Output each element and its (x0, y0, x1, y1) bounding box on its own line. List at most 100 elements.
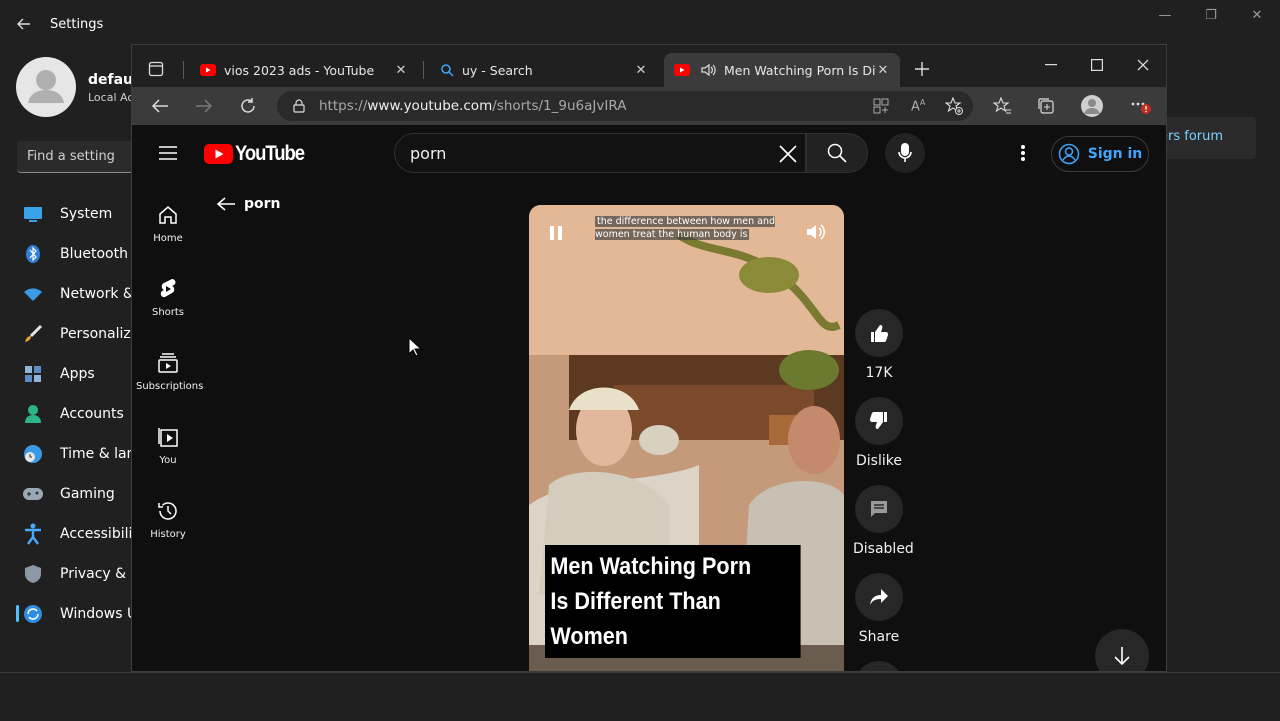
tab-close-icon[interactable]: ✕ (394, 63, 408, 78)
tab-separator (423, 61, 424, 79)
collections-icon[interactable] (1032, 92, 1060, 120)
read-aloud-icon[interactable]: AA (911, 98, 925, 114)
tab-youtube-vios[interactable]: vios 2023 ads - YouTube ✕ (190, 53, 418, 87)
back-icon[interactable] (146, 92, 174, 120)
tab-title: vios 2023 ads - YouTube (224, 62, 375, 78)
search-icon (827, 143, 847, 163)
history-icon (156, 499, 180, 523)
next-video-button[interactable] (1095, 629, 1149, 671)
person-icon (22, 403, 44, 425)
browser-minimize-icon[interactable] (1037, 51, 1065, 79)
nav-label: System (60, 206, 113, 222)
video-title-line1: Men Watching Porn (550, 553, 752, 580)
sidebar-label: Subscriptions (136, 381, 204, 392)
search-favicon (440, 63, 454, 77)
sidebar-item-shorts[interactable]: Shorts (136, 277, 200, 318)
new-tab-button[interactable] (908, 55, 936, 83)
tab-search[interactable]: uy - Search ✕ (430, 53, 658, 87)
video-caption: the difference between how men and women… (595, 215, 811, 241)
tab-shorts-video[interactable]: Men Watching Porn Is Diff ✕ (664, 53, 900, 87)
profile-icon[interactable] (1078, 92, 1106, 120)
back-to-search[interactable]: porn (216, 196, 281, 212)
more-options-icon[interactable] (1009, 139, 1037, 167)
app-available-icon[interactable] (873, 98, 889, 114)
nav-label: Accounts (60, 406, 124, 422)
restore-icon[interactable]: ❐ (1196, 8, 1226, 26)
search-value: porn (410, 143, 447, 163)
sidebar-item-you[interactable]: You (136, 425, 200, 466)
settings-title: Settings (50, 17, 104, 32)
clear-search-icon[interactable] (779, 145, 797, 163)
browser-close-icon[interactable] (1129, 51, 1157, 79)
tab-close-icon[interactable]: ✕ (634, 63, 648, 78)
address-bar-row: https://www.youtube.com/shorts/1_9u6aJvI… (132, 87, 1166, 125)
shorts-video-player[interactable]: the difference between how men and women… (529, 205, 844, 671)
volume-icon[interactable] (806, 223, 826, 241)
minimize-icon[interactable]: — (1150, 8, 1180, 26)
tab-close-icon[interactable]: ✕ (876, 63, 890, 78)
tab-bar: vios 2023 ads - YouTube ✕ uy - Search ✕ … (132, 45, 1166, 87)
url-path: /shorts/1_9u6aJvIRA (492, 98, 627, 114)
tab-actions-icon[interactable] (142, 55, 170, 83)
home-icon (156, 203, 180, 227)
sign-in-button[interactable]: Sign in (1051, 136, 1149, 172)
menu-icon[interactable] (154, 139, 182, 167)
thumbs-up-icon (855, 309, 903, 357)
remix-button-partial[interactable] (853, 661, 905, 671)
share-icon (855, 573, 903, 621)
voice-search-button[interactable] (885, 133, 925, 173)
clock-globe-icon (22, 443, 44, 465)
back-arrow-icon[interactable] (16, 16, 32, 32)
tab-title: Men Watching Porn Is Diff (724, 62, 876, 78)
browser-window: vios 2023 ads - YouTube ✕ uy - Search ✕ … (131, 44, 1167, 672)
pause-icon[interactable] (549, 225, 563, 241)
avatar (16, 57, 76, 117)
like-count: 17K (865, 365, 893, 381)
sidebar-item-home[interactable]: Home (136, 203, 200, 244)
close-icon[interactable]: ✕ (1242, 8, 1272, 26)
settings-more-icon[interactable] (1126, 92, 1154, 120)
forum-link[interactable]: ers forum (1160, 117, 1256, 159)
account-circle-icon (1058, 143, 1080, 165)
brush-icon (22, 323, 44, 345)
sidebar-label: History (150, 529, 186, 540)
caption-text: the difference between how men and women… (595, 216, 776, 240)
sidebar-label: You (159, 455, 177, 466)
nav-label: Network & (60, 286, 134, 302)
back-search-term: porn (244, 196, 281, 212)
youtube-search-input[interactable]: porn (394, 133, 806, 173)
forward-icon[interactable] (190, 92, 218, 120)
like-button[interactable]: 17K (853, 309, 905, 381)
youtube-logo[interactable]: YouTube (204, 142, 313, 166)
lock-icon[interactable] (293, 99, 305, 113)
shield-icon (22, 563, 44, 585)
thumbs-down-icon (855, 397, 903, 445)
youtube-favicon (200, 64, 216, 76)
mouse-cursor-icon (408, 337, 422, 357)
comments-button[interactable]: Disabled (853, 485, 914, 557)
sidebar-item-history[interactable]: History (136, 499, 200, 540)
remix-icon (855, 661, 903, 671)
add-favorite-icon[interactable] (945, 97, 963, 115)
comments-label: Disabled (853, 541, 914, 557)
sidebar-label: Home (153, 233, 183, 244)
wifi-icon (22, 283, 44, 305)
url-input[interactable]: https://www.youtube.com/shorts/1_9u6aJvI… (277, 91, 973, 121)
favorites-icon[interactable] (988, 92, 1016, 120)
dislike-button[interactable]: Dislike (853, 397, 905, 469)
youtube-logo-text: YouTube (235, 142, 305, 165)
browser-maximize-icon[interactable] (1083, 51, 1111, 79)
url-scheme: https:// (319, 98, 368, 114)
refresh-icon[interactable] (234, 92, 262, 120)
share-button[interactable]: Share (853, 573, 905, 645)
sign-in-label: Sign in (1087, 146, 1143, 162)
apps-icon (22, 363, 44, 385)
speaker-icon[interactable] (700, 62, 716, 78)
youtube-logo-icon (204, 144, 233, 164)
youtube-search-button[interactable] (806, 133, 868, 173)
sidebar-item-subscriptions[interactable]: Subscriptions (136, 351, 204, 392)
video-title-line2: Is Different Than Women (550, 588, 721, 650)
update-icon (22, 603, 44, 625)
dislike-label: Dislike (856, 453, 902, 469)
tab-title: uy - Search (462, 62, 533, 78)
